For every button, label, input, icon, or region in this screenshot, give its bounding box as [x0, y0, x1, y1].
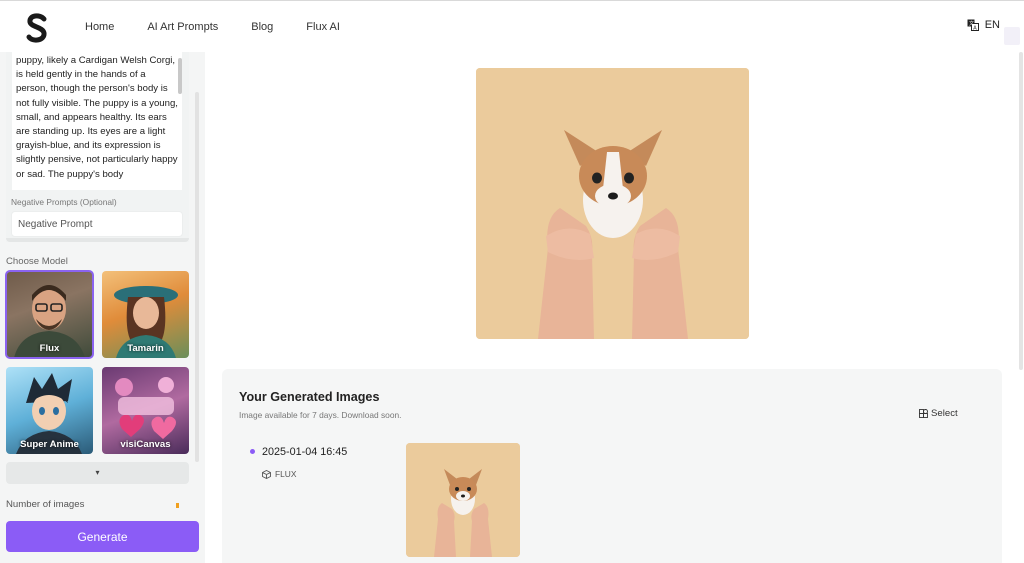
select-button[interactable]: Select	[919, 408, 958, 419]
top-navigation-bar: Home AI Art Prompts Blog Flux AI 文 A EN	[0, 0, 1024, 52]
site-logo[interactable]	[26, 13, 48, 43]
generator-sidebar: puppy, likely a Cardigan Welsh Corgi, is…	[0, 52, 205, 563]
model-card-super-anime[interactable]: Super Anime	[6, 367, 93, 454]
nav-flux-ai[interactable]: Flux AI	[306, 21, 340, 33]
main-nav: Home AI Art Prompts Blog Flux AI	[85, 1, 373, 53]
nav-blog[interactable]: Blog	[251, 21, 273, 33]
generated-images-subtitle: Image available for 7 days. Download soo…	[239, 410, 402, 420]
select-label: Select	[931, 408, 958, 419]
negative-prompt-label: Negative Prompts (Optional)	[11, 197, 117, 207]
chat-widget-icon[interactable]	[1004, 27, 1020, 45]
model-name-tamarin: Tamarin	[127, 343, 164, 354]
model-name-flux: Flux	[39, 343, 60, 354]
nav-ai-art-prompts[interactable]: AI Art Prompts	[147, 21, 218, 33]
generated-images-title: Your Generated Images	[239, 390, 380, 404]
generate-button[interactable]: Generate	[6, 521, 199, 552]
generated-image-preview[interactable]	[476, 68, 749, 339]
timeline-dot	[250, 449, 255, 454]
generated-images-panel: Your Generated Images Image available fo…	[222, 369, 1002, 563]
corgi-puppy-image	[476, 68, 749, 339]
cube-icon	[262, 469, 271, 479]
generation-model-tag: FLUX	[262, 469, 296, 479]
language-switcher[interactable]: 文 A EN	[967, 19, 1000, 31]
translate-icon: 文 A	[967, 19, 979, 31]
generation-timestamp: 2025-01-04 16:45	[262, 446, 348, 458]
sidebar-scrollbar[interactable]	[195, 92, 199, 462]
page-scrollbar[interactable]	[1018, 52, 1024, 372]
model-card-flux[interactable]: Flux	[5, 270, 94, 359]
svg-text:A: A	[973, 26, 977, 32]
language-label: EN	[984, 19, 1000, 31]
number-of-images-label: Number of images	[6, 499, 85, 510]
prompt-card-footer	[6, 238, 189, 242]
page-scrollbar-thumb[interactable]	[1019, 52, 1023, 370]
prompt-textarea[interactable]: puppy, likely a Cardigan Welsh Corgi, is…	[12, 52, 182, 190]
prompt-scrollbar[interactable]	[178, 58, 182, 94]
negative-prompt-input[interactable]: Negative Prompt	[11, 211, 183, 237]
generation-model-name: FLUX	[275, 469, 297, 479]
model-card-tamarin[interactable]: Tamarin	[102, 271, 189, 358]
model-name-super-anime: Super Anime	[20, 439, 79, 450]
more-models-button[interactable]: ▾	[6, 462, 189, 484]
chevron-down-icon: ▾	[95, 468, 100, 477]
choose-model-label: Choose Model	[6, 256, 68, 267]
number-slider-handle[interactable]	[176, 503, 179, 508]
select-grid-icon	[919, 409, 928, 418]
model-card-visicanvas[interactable]: visiCanvas	[102, 367, 189, 454]
model-name-visicanvas: visiCanvas	[120, 439, 171, 450]
corgi-thumbnail-image	[406, 443, 520, 557]
generated-image-thumbnail[interactable]	[406, 443, 520, 557]
nav-home[interactable]: Home	[85, 21, 114, 33]
